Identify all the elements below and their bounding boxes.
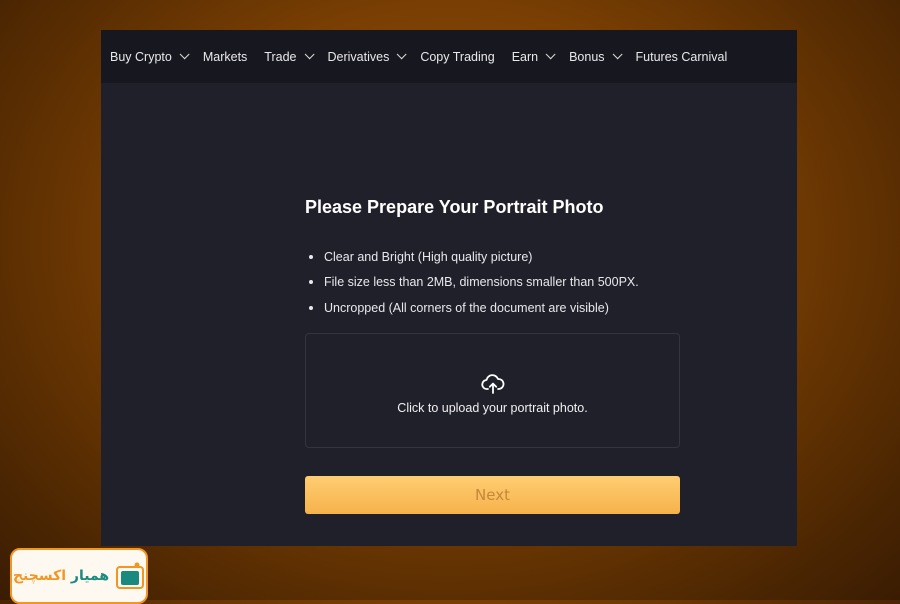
list-item: Clear and Bright (High quality picture) bbox=[309, 244, 639, 270]
nav-label: Derivatives bbox=[327, 49, 390, 64]
chevron-down-icon bbox=[545, 49, 556, 60]
top-nav: Buy Crypto Markets Trade Derivatives Cop… bbox=[101, 30, 797, 83]
nav-label: Markets bbox=[202, 49, 248, 64]
requirements-list: Clear and Bright (High quality picture) … bbox=[309, 244, 639, 321]
chevron-down-icon bbox=[179, 49, 190, 60]
nav-label: Bonus bbox=[569, 49, 605, 64]
upload-label: Click to upload your portrait photo. bbox=[397, 400, 588, 415]
nav-copy-trading[interactable]: Copy Trading bbox=[420, 50, 494, 64]
nav-label: Buy Crypto bbox=[110, 49, 172, 64]
list-item: File size less than 2MB, dimensions smal… bbox=[309, 270, 639, 296]
chevron-down-icon bbox=[612, 49, 623, 60]
chevron-down-icon bbox=[396, 49, 407, 60]
nav-bonus[interactable]: Bonus bbox=[569, 49, 623, 64]
nav-futures-carnival[interactable]: Futures Carnival bbox=[636, 50, 728, 64]
nav-markets[interactable]: Markets bbox=[203, 50, 247, 64]
nav-derivatives[interactable]: Derivatives bbox=[327, 49, 407, 64]
chevron-down-icon bbox=[304, 49, 315, 60]
cloud-upload-icon bbox=[480, 373, 504, 394]
app-screenshot: Buy Crypto Markets Trade Derivatives Cop… bbox=[101, 30, 797, 546]
upload-dropzone[interactable]: Click to upload your portrait photo. bbox=[305, 333, 680, 448]
next-button[interactable]: Next bbox=[305, 476, 680, 514]
nav-label: Trade bbox=[264, 49, 297, 64]
nav-label: Futures Carnival bbox=[635, 49, 728, 64]
watermark-logo: همیار اکسچنج bbox=[10, 548, 148, 604]
nav-buy-crypto[interactable]: Buy Crypto bbox=[110, 49, 190, 64]
logo-text-part2: اکسچنج bbox=[12, 568, 67, 584]
nav-earn[interactable]: Earn bbox=[511, 49, 556, 64]
nav-label: Copy Trading bbox=[420, 49, 495, 64]
nav-label: Earn bbox=[511, 49, 539, 64]
logo-text-part1: همیار bbox=[70, 568, 110, 584]
page-title: Please Prepare Your Portrait Photo bbox=[305, 197, 604, 217]
nav-trade[interactable]: Trade bbox=[264, 49, 315, 64]
wallet-logo-icon bbox=[116, 562, 145, 589]
list-item: Uncropped (All corners of the document a… bbox=[309, 295, 639, 321]
logo-text: همیار اکسچنج bbox=[13, 568, 109, 584]
